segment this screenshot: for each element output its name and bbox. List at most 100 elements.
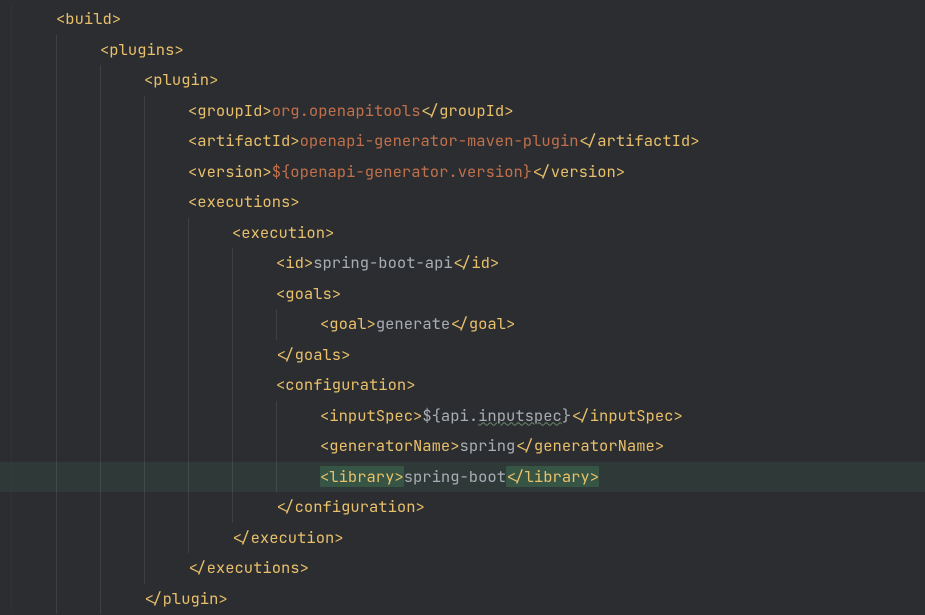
indent-guides: [12, 340, 276, 371]
code-line[interactable]: <goal>generate</goal>: [0, 309, 925, 340]
code-token: </id>: [453, 252, 500, 273]
code-token: <goal>: [320, 313, 376, 334]
indent-guides: [12, 187, 188, 218]
gutter: [0, 309, 12, 340]
code-line[interactable]: </execution>: [0, 523, 925, 554]
gutter: [0, 584, 12, 615]
gutter: [0, 65, 12, 96]
code-content: <plugin>: [144, 65, 218, 96]
indent-guides: [12, 462, 320, 493]
code-token: </artifactId>: [579, 130, 700, 151]
code-token: </inputSpec>: [571, 405, 683, 426]
code-editor[interactable]: <build><plugins><plugin><groupId>org.ope…: [0, 0, 925, 614]
code-content: </plugin>: [144, 584, 228, 615]
indent-guides: [12, 218, 232, 249]
code-content: </configuration>: [276, 492, 425, 523]
code-line[interactable]: </configuration>: [0, 492, 925, 523]
indent-guides: [12, 126, 188, 157]
code-token: <plugins>: [100, 39, 184, 60]
code-line[interactable]: <goals>: [0, 279, 925, 310]
gutter: [0, 492, 12, 523]
indent-guides: [12, 492, 276, 523]
gutter: [0, 553, 12, 584]
code-content: <execution>: [232, 218, 334, 249]
gutter: [0, 126, 12, 157]
code-line[interactable]: </plugin>: [0, 584, 925, 615]
code-line[interactable]: <plugins>: [0, 35, 925, 66]
code-line[interactable]: <id>spring-boot-api</id>: [0, 248, 925, 279]
code-token: <artifactId>: [188, 130, 300, 151]
code-token: </configuration>: [276, 496, 425, 517]
code-line[interactable]: <groupId>org.openapitools</groupId>: [0, 96, 925, 127]
code-line[interactable]: <library>spring-boot</library>: [0, 462, 925, 493]
code-token: <inputSpec>: [320, 405, 422, 426]
code-token: ${openapi-generator.version}: [272, 161, 532, 182]
code-token: generate: [376, 313, 450, 334]
code-token: spring-boot: [404, 466, 506, 487]
code-token: <groupId>: [188, 100, 272, 121]
indent-guides: [12, 279, 276, 310]
gutter: [0, 401, 12, 432]
code-content: <configuration>: [276, 370, 416, 401]
code-token: <generatorName>: [320, 435, 460, 456]
code-token: <id>: [276, 252, 313, 273]
code-content: </executions>: [188, 553, 309, 584]
code-content: <inputSpec>${api.inputspec}</inputSpec>: [320, 401, 683, 432]
code-content: <executions>: [188, 187, 300, 218]
code-token: <goals>: [276, 283, 341, 304]
code-content: </execution>: [232, 523, 344, 554]
gutter: [0, 157, 12, 188]
code-token: ${api.: [422, 405, 478, 426]
indent-guides: [12, 553, 188, 584]
code-content: <groupId>org.openapitools</groupId>: [188, 96, 514, 127]
code-content: </goals>: [276, 340, 350, 371]
code-token: inputspec: [478, 405, 562, 426]
code-token: </library>: [506, 466, 599, 487]
gutter: [0, 35, 12, 66]
gutter: [0, 340, 12, 371]
code-line[interactable]: <configuration>: [0, 370, 925, 401]
indent-guides: [12, 401, 320, 432]
code-line[interactable]: <plugin>: [0, 65, 925, 96]
code-line[interactable]: <version>${openapi-generator.version}</v…: [0, 157, 925, 188]
code-content: <id>spring-boot-api</id>: [276, 248, 499, 279]
indent-guides: [12, 248, 276, 279]
code-token: spring: [460, 435, 516, 456]
code-token: <execution>: [232, 222, 334, 243]
indent-guides: [12, 584, 144, 615]
code-line[interactable]: <artifactId>openapi-generator-maven-plug…: [0, 126, 925, 157]
code-token: <executions>: [188, 191, 300, 212]
code-content: <goal>generate</goal>: [320, 309, 515, 340]
code-line[interactable]: </goals>: [0, 340, 925, 371]
code-line[interactable]: <executions>: [0, 187, 925, 218]
code-token: org.openapitools: [272, 100, 421, 121]
code-line[interactable]: </executions>: [0, 553, 925, 584]
code-line[interactable]: <build>: [0, 4, 925, 35]
code-token: spring-boot-api: [313, 252, 453, 273]
code-line[interactable]: <inputSpec>${api.inputspec}</inputSpec>: [0, 401, 925, 432]
code-token: <configuration>: [276, 374, 416, 395]
code-token: </goals>: [276, 344, 350, 365]
code-token: <version>: [188, 161, 272, 182]
code-content: <generatorName>spring</generatorName>: [320, 431, 664, 462]
indent-guides: [12, 35, 100, 66]
code-content: <version>${openapi-generator.version}</v…: [188, 157, 625, 188]
code-token: </executions>: [188, 557, 309, 578]
code-token: </generatorName>: [515, 435, 664, 456]
code-content: <build>: [56, 4, 121, 35]
code-token: </version>: [532, 161, 625, 182]
indent-guides: [12, 431, 320, 462]
gutter: [0, 431, 12, 462]
gutter: [0, 218, 12, 249]
code-token: <library>: [320, 466, 404, 487]
code-line[interactable]: <generatorName>spring</generatorName>: [0, 431, 925, 462]
indent-guides: [12, 157, 188, 188]
code-token: </groupId>: [421, 100, 514, 121]
code-line[interactable]: <execution>: [0, 218, 925, 249]
code-content: <goals>: [276, 279, 341, 310]
code-token: </plugin>: [144, 588, 228, 609]
gutter: [0, 279, 12, 310]
indent-guides: [12, 96, 188, 127]
indent-guides: [12, 309, 320, 340]
gutter: [0, 4, 12, 35]
